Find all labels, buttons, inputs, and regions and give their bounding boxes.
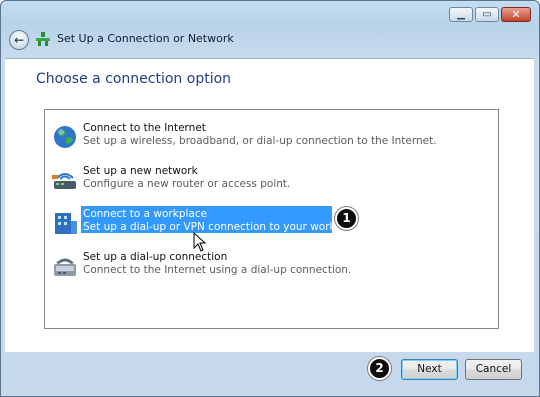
cancel-button[interactable]: Cancel xyxy=(465,359,522,380)
option-new-network[interactable]: Set up a new network Configure a new rou… xyxy=(49,163,489,197)
modem-icon xyxy=(54,258,76,276)
step-badge-1: 1 xyxy=(335,207,358,230)
option-title: Connect to the Internet xyxy=(83,122,206,134)
option-connect-workplace[interactable]: Connect to a workplace Set up a dial-up … xyxy=(49,206,489,240)
connection-option-list[interactable]: Connect to the Internet Set up a wireles… xyxy=(44,109,499,329)
step-badge-2: 2 xyxy=(368,357,391,380)
workplace-icon xyxy=(55,213,77,234)
network-wizard-icon xyxy=(36,32,50,46)
minimize-icon: ▁ xyxy=(457,9,465,20)
window-title: Set Up a Connection or Network xyxy=(57,32,234,45)
option-description: Set up a dial-up or VPN connection to yo… xyxy=(83,221,368,233)
back-button[interactable]: ← xyxy=(9,30,29,50)
option-description: Set up a wireless, broadband, or dial-up… xyxy=(83,135,437,147)
back-arrow-icon: ← xyxy=(13,33,25,47)
maximize-icon: ▭ xyxy=(482,9,492,20)
page-heading: Choose a connection option xyxy=(36,71,232,87)
option-title: Connect to a workplace xyxy=(83,208,208,220)
mouse-cursor-icon xyxy=(193,232,207,252)
close-icon: ✕ xyxy=(511,8,521,21)
option-description: Configure a new router or access point. xyxy=(83,178,291,190)
option-connect-internet[interactable]: Connect to the Internet Set up a wireles… xyxy=(49,120,489,154)
close-button[interactable]: ✕ xyxy=(501,7,531,22)
option-description: Connect to the Internet using a dial-up … xyxy=(83,264,352,276)
option-title: Set up a dial-up connection xyxy=(83,251,228,263)
maximize-button[interactable]: ▭ xyxy=(475,7,499,22)
option-title: Set up a new network xyxy=(83,165,198,177)
minimize-button[interactable]: ▁ xyxy=(449,7,473,22)
next-button[interactable]: Next xyxy=(401,359,458,380)
content-area: Choose a connection option Connect to th… xyxy=(5,58,534,352)
router-icon xyxy=(52,173,76,189)
window-controls: ▁ ▭ ✕ xyxy=(449,7,531,22)
option-dialup[interactable]: Set up a dial-up connection Connect to t… xyxy=(49,249,489,283)
globe-icon xyxy=(54,126,76,148)
